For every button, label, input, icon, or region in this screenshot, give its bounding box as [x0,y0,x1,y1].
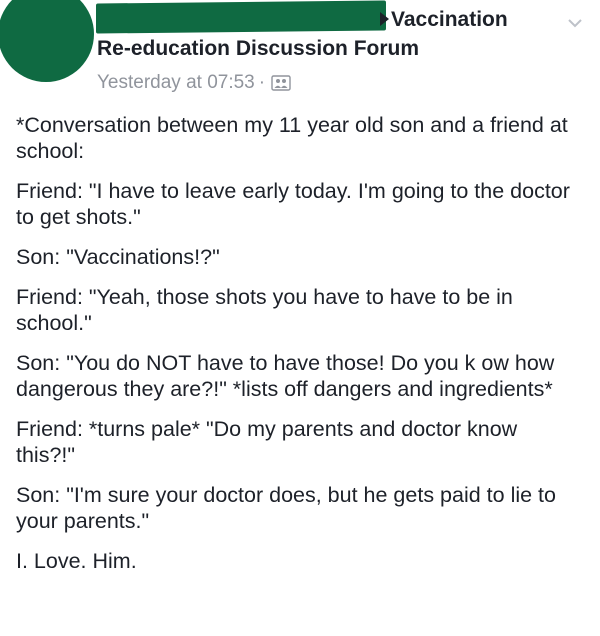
group-name-line1[interactable]: Vaccination [391,8,508,32]
post-paragraph: Son: "You do NOT have to have those! Do … [16,351,555,401]
chevron-down-icon[interactable] [566,14,584,32]
avatar-redacted[interactable] [0,0,94,82]
post-paragraph: Son: "Vaccinations!?" [16,245,220,269]
author-name-redacted[interactable] [96,0,386,34]
post-paragraph: Son: "I'm sure your doctor does, but he … [16,483,556,533]
post-timestamp[interactable]: Yesterday at 07:53 [97,72,255,94]
post-paragraph: I. Love. Him. [16,549,137,573]
post-meta: Yesterday at 07:53 · [97,72,291,94]
post-paragraph: Friend: "I have to leave early today. I'… [16,179,570,229]
post-paragraph: Friend: "Yeah, those shots you have to h… [16,285,513,335]
posted-in-arrow-icon [380,12,389,26]
post-paragraph: *Conversation between my 11 year old son… [16,113,568,163]
post-body: *Conversation between my 11 year old son… [16,112,582,588]
meta-separator: · [258,72,266,93]
group-members-icon [271,75,291,91]
post-paragraph: Friend: *turns pale* "Do my parents and … [16,417,518,467]
group-name-line2[interactable]: Re-education Discussion Forum [97,37,419,61]
